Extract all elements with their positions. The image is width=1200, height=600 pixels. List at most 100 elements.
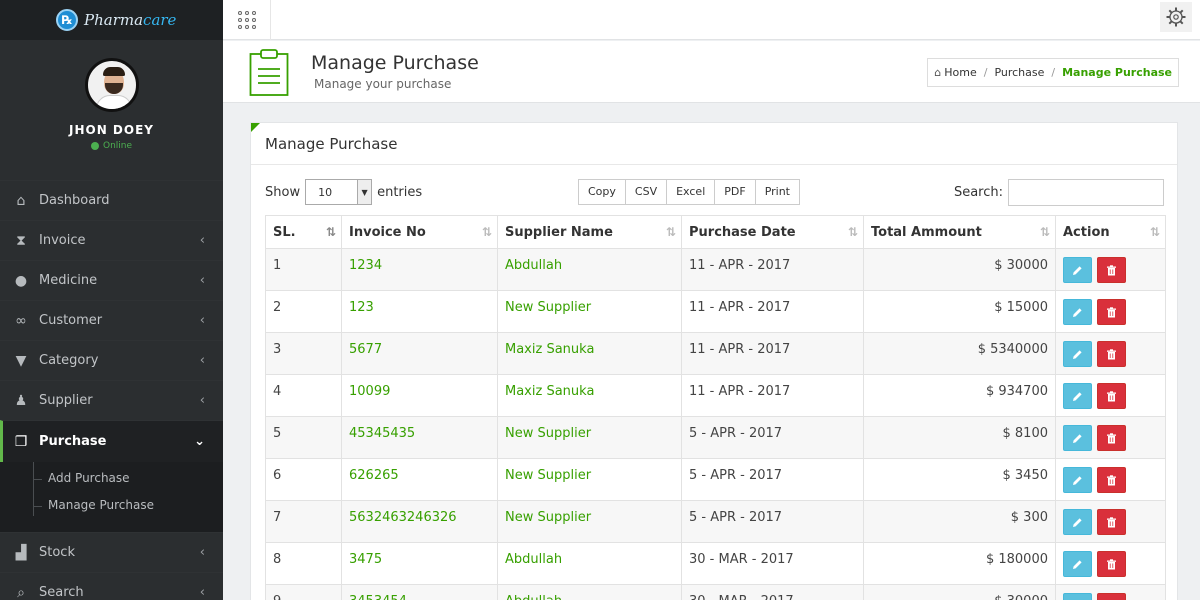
cell-invoice-link[interactable]: 10099 — [341, 374, 498, 417]
edit-button[interactable] — [1063, 593, 1092, 600]
cell-invoice-link[interactable]: 45345435 — [341, 416, 498, 459]
sidebar-item-medicine[interactable]: ● Medicine ‹ — [0, 260, 223, 300]
cell-invoice-link[interactable]: 3453454 — [341, 584, 498, 600]
page-header: Manage Purchase Manage your purchase ⌂ H… — [223, 41, 1200, 103]
delete-button[interactable] — [1097, 551, 1127, 577]
bar-chart-icon: ▟ — [15, 544, 27, 561]
panel-corner-accent — [251, 123, 260, 132]
cell-invoice-link[interactable]: 3475 — [341, 542, 498, 585]
delete-button[interactable] — [1097, 425, 1127, 451]
sidebar-item-dashboard[interactable]: ⌂ Dashboard — [0, 180, 223, 220]
delete-button[interactable] — [1097, 509, 1127, 535]
cell-amount: $ 180000 — [863, 542, 1056, 585]
page-subtitle: Manage your purchase — [314, 77, 452, 91]
user-name: JHON DOEY — [69, 123, 154, 137]
cell-invoice-link[interactable]: 5677 — [341, 332, 498, 375]
delete-button[interactable] — [1097, 593, 1127, 600]
breadcrumb-home[interactable]: Home — [944, 66, 976, 79]
table-row: 1 1234 Abdullah 11 - APR - 2017 $ 30000 — [265, 248, 1166, 291]
sidebar-item-customer[interactable]: ∞ Customer ‹ — [0, 300, 223, 340]
settings-button[interactable] — [1160, 2, 1192, 32]
table-body: 1 1234 Abdullah 11 - APR - 2017 $ 30000 2 123… — [265, 248, 1166, 600]
brand-logo[interactable]: ℞ Pharmacare — [0, 0, 223, 40]
edit-button[interactable] — [1063, 551, 1092, 577]
excel-button[interactable]: Excel — [666, 179, 716, 205]
table-row: 3 5677 Maxiz Sanuka 11 - APR - 2017 $ 534000… — [265, 332, 1166, 375]
sidebar-item-purchase[interactable]: ❐ Purchase ⌄ — [0, 420, 223, 462]
column-header-supplier[interactable]: Supplier Name ⇅ — [497, 215, 682, 249]
cell-supplier-link[interactable]: Maxiz Sanuka — [497, 332, 682, 375]
cell-sl: 7 — [265, 500, 342, 543]
grid-icon — [237, 11, 256, 29]
copy-icon: ❐ — [14, 433, 28, 450]
cell-amount: $ 30000 — [863, 248, 1056, 291]
cell-supplier-link[interactable]: New Supplier — [497, 416, 682, 459]
cell-invoice-link[interactable]: 5632463246326 — [341, 500, 498, 543]
handshake-icon: ∞ — [15, 312, 27, 329]
delete-button[interactable] — [1097, 467, 1127, 493]
cell-action — [1055, 416, 1166, 459]
breadcrumb-current: Manage Purchase — [1062, 66, 1172, 79]
cell-supplier-link[interactable]: Abdullah — [497, 248, 682, 291]
cell-supplier-link[interactable]: New Supplier — [497, 500, 682, 543]
cell-invoice-link[interactable]: 626265 — [341, 458, 498, 501]
cell-invoice-link[interactable]: 123 — [341, 290, 498, 333]
sidebar-item-invoice[interactable]: ⧗ Invoice ‹ — [0, 220, 223, 260]
edit-button[interactable] — [1063, 383, 1092, 409]
product-icon: ● — [14, 272, 28, 289]
cell-sl: 8 — [265, 542, 342, 585]
cell-date: 11 - APR - 2017 — [681, 248, 864, 291]
cell-date: 5 - APR - 2017 — [681, 416, 864, 459]
delete-button[interactable] — [1097, 383, 1127, 409]
chevron-down-icon: ▼ — [357, 180, 372, 204]
cell-amount: $ 15000 — [863, 290, 1056, 333]
search-icon: ⌕ — [17, 584, 25, 600]
column-header-invoice[interactable]: Invoice No ⇅ — [341, 215, 498, 249]
sidebar-item-stock[interactable]: ▟ Stock ‹ — [0, 532, 223, 572]
column-header-amount[interactable]: Total Ammount ⇅ — [863, 215, 1056, 249]
hourglass-icon: ⧗ — [16, 232, 26, 249]
cell-amount: $ 30000 — [863, 584, 1056, 600]
edit-button[interactable] — [1063, 341, 1092, 367]
cell-supplier-link[interactable]: Maxiz Sanuka — [497, 374, 682, 417]
apps-grid-button[interactable] — [223, 0, 271, 40]
sidebar-item-category[interactable]: ▼ Category ‹ — [0, 340, 223, 380]
cell-supplier-link[interactable]: New Supplier — [497, 290, 682, 333]
sidebar-item-supplier[interactable]: ♟ Supplier ‹ — [0, 380, 223, 420]
person-icon: ♟ — [14, 392, 28, 409]
column-header-date[interactable]: Purchase Date ⇅ — [681, 215, 864, 249]
pdf-button[interactable]: PDF — [714, 179, 756, 205]
sidebar-item-search[interactable]: ⌕ Search ‹ — [0, 572, 223, 600]
table-row: 6 626265 New Supplier 5 - APR - 2017 $ 3450 — [265, 458, 1166, 501]
export-buttons: Copy CSV Excel PDF Print — [578, 179, 800, 205]
cell-supplier-link[interactable]: Abdullah — [497, 542, 682, 585]
breadcrumb-purchase[interactable]: Purchase — [994, 66, 1044, 79]
avatar[interactable] — [84, 58, 139, 112]
edit-button[interactable] — [1063, 257, 1092, 283]
column-header-sl[interactable]: SL. ⇅ — [265, 215, 342, 249]
cell-sl: 9 — [265, 584, 342, 600]
entries-select[interactable]: 10 ▼ — [305, 179, 373, 205]
cell-supplier-link[interactable]: Abdullah — [497, 584, 682, 600]
sidebar-subitem-manage-purchase[interactable]: Manage Purchase — [0, 489, 223, 522]
cell-invoice-link[interactable]: 1234 — [341, 248, 498, 291]
edit-button[interactable] — [1063, 425, 1092, 451]
delete-button[interactable] — [1097, 299, 1127, 325]
cell-date: 5 - APR - 2017 — [681, 458, 864, 501]
delete-button[interactable] — [1097, 341, 1127, 367]
cart-icon: ▼ — [15, 352, 27, 369]
cell-amount: $ 300 — [863, 500, 1056, 543]
csv-button[interactable]: CSV — [624, 179, 668, 205]
gear-icon — [1166, 7, 1186, 27]
search-input[interactable] — [1008, 179, 1164, 206]
copy-button[interactable]: Copy — [578, 179, 626, 205]
edit-button[interactable] — [1063, 509, 1092, 535]
edit-button[interactable] — [1063, 299, 1092, 325]
delete-button[interactable] — [1097, 257, 1127, 283]
column-header-action[interactable]: Action ⇅ — [1055, 215, 1166, 249]
home-icon: ⌂ — [16, 192, 26, 209]
print-button[interactable]: Print — [754, 179, 800, 205]
chevron-left-icon: ‹ — [199, 393, 205, 408]
cell-supplier-link[interactable]: New Supplier — [497, 458, 682, 501]
edit-button[interactable] — [1063, 467, 1092, 493]
